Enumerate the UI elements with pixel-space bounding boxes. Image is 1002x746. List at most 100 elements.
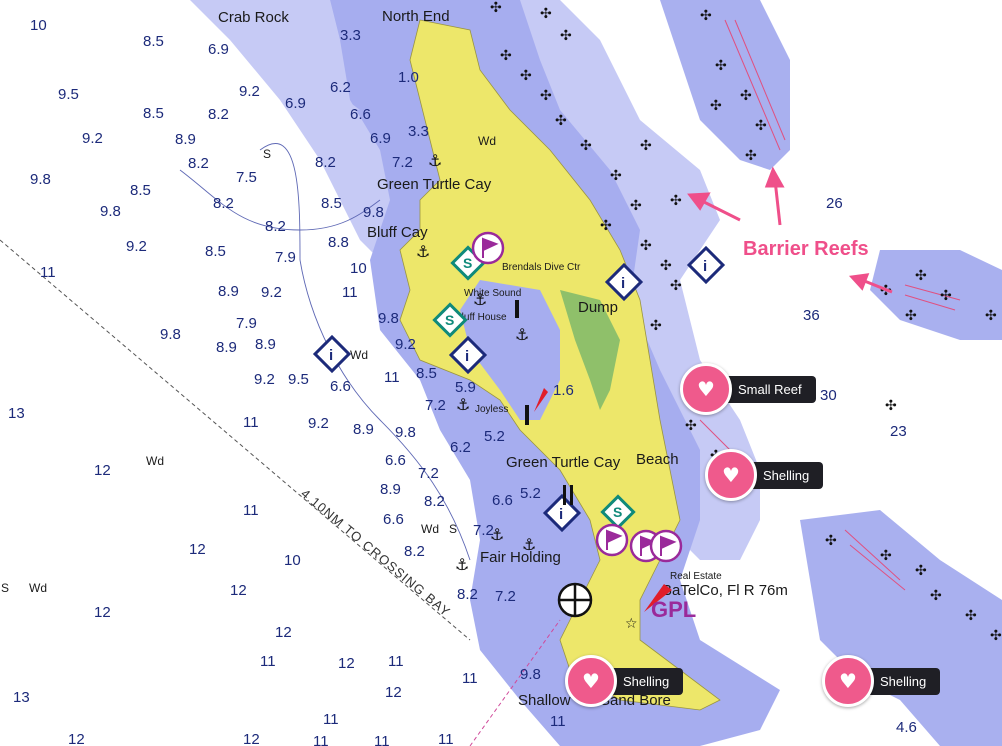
anchor-icon[interactable]: ⚓ [473, 290, 487, 309]
pin-label: Shelling [864, 667, 941, 695]
depth-sounding: 10 [30, 17, 47, 34]
depth-sounding: 11 [243, 414, 259, 431]
depth-sounding: 10 [284, 552, 301, 569]
svg-text:✣: ✣ [985, 308, 997, 324]
svg-text:✣: ✣ [540, 6, 552, 22]
svg-text:✣: ✣ [715, 58, 727, 74]
svg-text:✣: ✣ [915, 563, 927, 579]
anchor-icon[interactable]: ⚓ [522, 535, 536, 554]
depth-sounding: 30 [820, 387, 837, 404]
anchor-icon[interactable]: ⚓ [416, 242, 430, 261]
pin-shelling-beach[interactable]: ♥ Shelling [705, 449, 824, 501]
depth-sounding: 11 [313, 733, 329, 746]
depth-sounding: 6.6 [330, 378, 351, 395]
depth-sounding: 9.8 [520, 666, 541, 683]
bottom-mark: S [263, 147, 271, 161]
depth-sounding: 11 [550, 713, 566, 730]
depth-sounding: 9.8 [395, 424, 416, 441]
depth-sounding: 9.5 [288, 371, 309, 388]
depth-sounding: 12 [94, 604, 111, 621]
depth-sounding: 13 [13, 689, 30, 706]
place-joyless: Joyless [475, 404, 508, 415]
heart-icon[interactable]: ♥ [705, 449, 757, 501]
depth-sounding: 8.5 [143, 105, 164, 122]
flag-icon[interactable] [595, 523, 629, 557]
place-beach: Beach [636, 451, 679, 468]
depth-sounding: 12 [189, 541, 206, 558]
svg-text:✣: ✣ [500, 48, 512, 64]
depth-sounding: 8.5 [130, 182, 151, 199]
depth-sounding: 9.5 [58, 86, 79, 103]
pin-small-reef[interactable]: ♥ Small Reef [680, 363, 816, 415]
svg-text:✣: ✣ [640, 138, 652, 154]
bottom-mark: Wd [478, 134, 496, 148]
place-shallow: Shallow [518, 692, 571, 709]
place-brendals: Brendals Dive Ctr [502, 262, 581, 273]
depth-sounding: 8.2 [188, 155, 209, 172]
depth-sounding: 7.9 [236, 315, 257, 332]
depth-sounding: 7.2 [425, 397, 446, 414]
depth-sounding: 23 [890, 423, 907, 440]
depth-sounding: 7.2 [418, 465, 439, 482]
depth-sounding: 11 [260, 653, 276, 670]
star-icon: ☆ [625, 616, 638, 632]
depth-sounding: 7.2 [495, 588, 516, 605]
depth-sounding: 11 [342, 284, 358, 301]
anchor-icon[interactable]: ⚓ [490, 525, 504, 544]
barrier-reefs-label: Barrier Reefs [743, 238, 869, 260]
svg-text:✣: ✣ [825, 533, 837, 549]
depth-sounding: 6.9 [285, 95, 306, 112]
depth-sounding: 8.2 [315, 154, 336, 171]
depth-sounding: 9.8 [378, 310, 399, 327]
depth-sounding: 8.5 [416, 365, 437, 382]
pin-shelling-southeast[interactable]: ♥ Shelling [822, 655, 941, 707]
depth-sounding: 9.2 [254, 371, 275, 388]
anchor-icon[interactable]: ⚓ [428, 151, 442, 170]
svg-text:✣: ✣ [630, 198, 642, 214]
heart-icon[interactable]: ♥ [565, 655, 617, 707]
flag-icon[interactable] [649, 529, 683, 563]
depth-sounding: 7.9 [275, 249, 296, 266]
depth-sounding: 1.6 [553, 382, 574, 399]
svg-text:✣: ✣ [685, 418, 697, 434]
heart-icon[interactable]: ♥ [680, 363, 732, 415]
depth-sounding: 9.8 [30, 171, 51, 188]
svg-text:✣: ✣ [905, 308, 917, 324]
anchor-icon[interactable]: ⚓ [456, 395, 470, 414]
depth-sounding: 8.5 [321, 195, 342, 212]
depth-sounding: 7.5 [236, 169, 257, 186]
place-real-estate: Real Estate [670, 571, 722, 582]
depth-sounding: 8.5 [205, 243, 226, 260]
depth-sounding: 8.9 [380, 481, 401, 498]
depth-sounding: 12 [68, 731, 85, 746]
depth-sounding: 8.5 [143, 33, 164, 50]
svg-text:✣: ✣ [700, 8, 712, 24]
svg-text:✣: ✣ [580, 138, 592, 154]
depth-sounding: 8.2 [208, 106, 229, 123]
depth-sounding: 9.8 [160, 326, 181, 343]
svg-text:✣: ✣ [880, 548, 892, 564]
nautical-chart[interactable]: ✣ ✣ ✣ ✣ ✣ ✣ ✣ ✣ ✣ ✣ ✣ ✣ ✣ ✣ ✣ ✣ ✣ ✣ ✣ ✣ ✣ ✣ ✣ ✣ ✣ ✣ ✣ ✣ ✣ ✣ ✣ ✣… [0, 0, 1002, 746]
gpl-label[interactable]: GPL [651, 597, 696, 622]
depth-sounding: 12 [338, 655, 355, 672]
svg-text:✣: ✣ [650, 318, 662, 334]
svg-text:✣: ✣ [490, 0, 502, 16]
heart-icon[interactable]: ♥ [822, 655, 874, 707]
svg-text:✣: ✣ [755, 118, 767, 134]
depth-sounding: 6.6 [350, 106, 371, 123]
depth-sounding: 11 [40, 264, 56, 281]
svg-text:✣: ✣ [740, 88, 752, 104]
pin-shelling-south[interactable]: ♥ Shelling [565, 655, 684, 707]
pin-label: Small Reef [722, 375, 816, 403]
depth-sounding: 12 [275, 624, 292, 641]
flag-icon[interactable] [471, 231, 505, 265]
anchor-icon[interactable]: ⚓ [515, 325, 529, 344]
svg-text:✣: ✣ [540, 88, 552, 104]
svg-text:i: i [559, 506, 563, 523]
wreck-rock-icon[interactable] [557, 582, 593, 618]
depth-sounding: 6.9 [208, 41, 229, 58]
depth-sounding: 12 [385, 684, 402, 701]
svg-text:✣: ✣ [940, 288, 952, 304]
anchor-icon[interactable]: ⚓ [455, 555, 469, 574]
depth-sounding: 8.2 [213, 195, 234, 212]
